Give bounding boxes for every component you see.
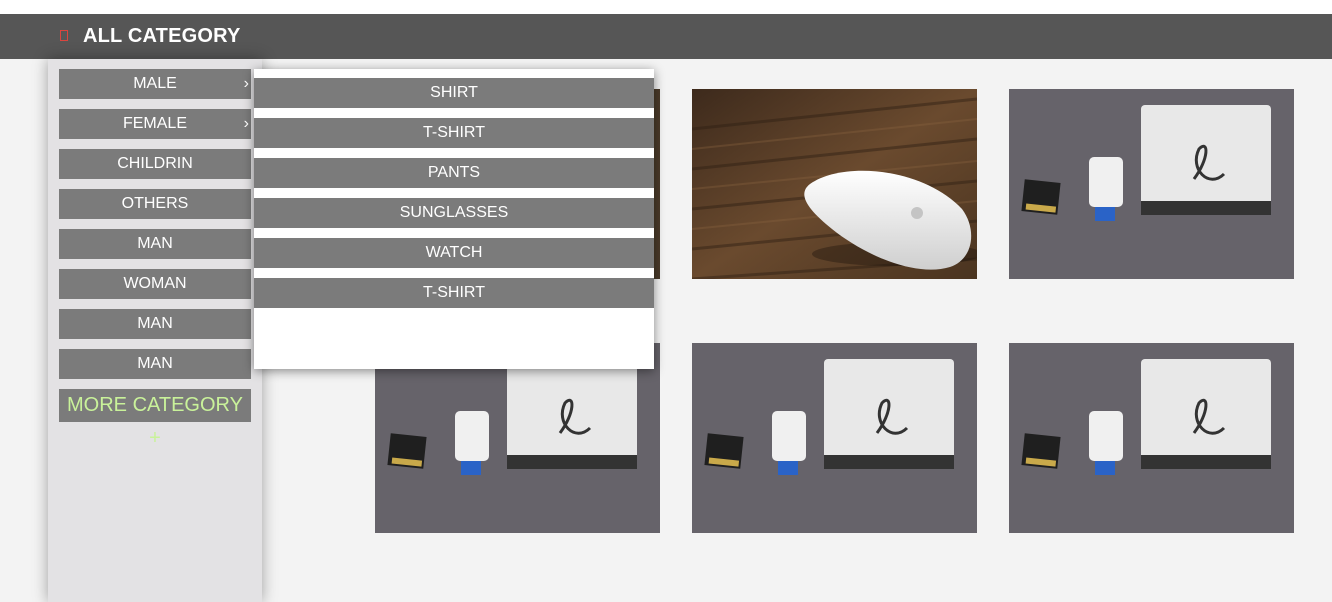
hard-drive-photo [692,343,977,533]
submenu-item-watch[interactable]: WATCH [254,238,654,268]
chevron-right-icon: › [243,115,249,132]
category-item-others[interactable]: OTHERS [59,189,251,219]
category-item-male[interactable]: MALE › [59,69,251,99]
category-label: MALE [133,75,177,92]
product-image[interactable] [692,89,977,279]
product-image[interactable] [1009,89,1294,279]
category-item-childrin[interactable]: CHILDRIN [59,149,251,179]
chevron-right-icon: › [243,75,249,92]
category-label: CHILDRIN [117,155,193,172]
category-label: WOMAN [123,275,187,292]
hard-drive-photo [375,343,660,533]
category-item-female[interactable]: FEMALE › [59,109,251,139]
product-image[interactable] [692,343,977,533]
product-image[interactable] [1009,343,1294,533]
hard-drive-photo [1009,89,1294,279]
submenu-item-t-shirt[interactable]: T-SHIRT [254,118,654,148]
category-item-man[interactable]: MAN [59,309,251,339]
category-label: MAN [137,315,173,332]
top-bar: ALL CATEGORY [0,14,1332,59]
category-label: FEMALE [122,115,187,132]
product-image[interactable] [375,343,660,533]
category-label: MAN [137,355,173,372]
category-item-man[interactable]: MAN [59,229,251,259]
category-submenu: SHIRT T-SHIRT PANTS SUNGLASSES WATCH T-S… [254,69,654,369]
submenu-item-pants[interactable]: PANTS [254,158,654,188]
category-title[interactable]: ALL CATEGORY [83,25,241,48]
category-item-man[interactable]: MAN [59,349,251,379]
more-category-button[interactable]: MORE CATEGORY + [59,389,251,449]
submenu-item-t-shirt[interactable]: T-SHIRT [254,278,654,308]
submenu-item-sunglasses[interactable]: SUNGLASSES [254,198,654,228]
magic-mouse-photo [692,89,977,279]
hard-drive-photo [1009,343,1294,533]
category-label: MAN [137,235,173,252]
category-item-woman[interactable]: WOMAN [59,269,251,299]
submenu-item-shirt[interactable]: SHIRT [254,78,654,108]
category-sidebar: MALE › FEMALE › CHILDRIN OTHERS MAN WOMA… [48,59,262,602]
menu-icon[interactable] [60,30,68,41]
category-label: OTHERS [121,195,189,212]
